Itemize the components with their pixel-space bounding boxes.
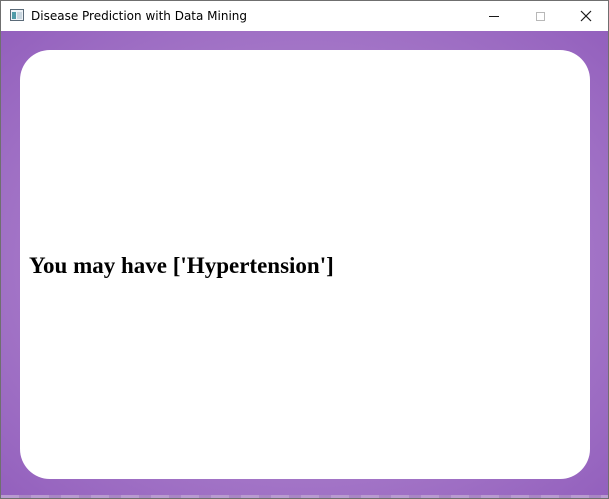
- minimize-icon: [489, 15, 499, 17]
- window-title: Disease Prediction with Data Mining: [31, 9, 248, 23]
- maximize-icon: [535, 11, 545, 21]
- bottom-border: [1, 495, 608, 498]
- app-window-icon: [10, 9, 24, 21]
- content-area: You may have ['Hypertension']: [1, 31, 608, 498]
- close-button[interactable]: [563, 1, 608, 31]
- result-card: You may have ['Hypertension']: [20, 50, 590, 479]
- prediction-result: You may have ['Hypertension']: [29, 253, 334, 278]
- maximize-button[interactable]: [517, 1, 563, 31]
- app-window: Disease Prediction with Data Mining You …: [0, 0, 609, 499]
- title-bar[interactable]: Disease Prediction with Data Mining: [1, 1, 608, 31]
- close-icon: [580, 10, 592, 22]
- minimize-button[interactable]: [471, 1, 517, 31]
